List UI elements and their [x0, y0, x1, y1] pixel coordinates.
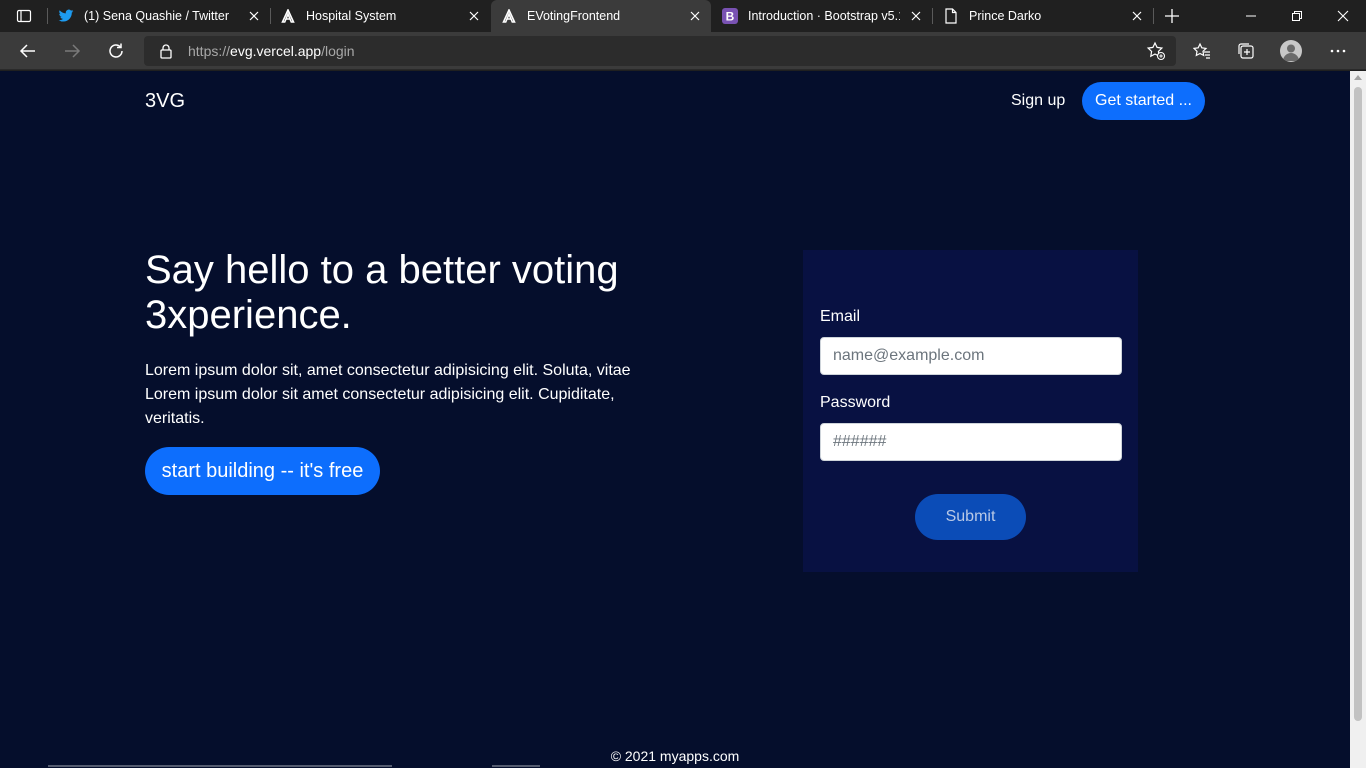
- lock-icon[interactable]: [158, 43, 174, 59]
- twitter-icon: [58, 8, 74, 24]
- address-bar[interactable]: https://evg.vercel.app/login: [144, 36, 1176, 66]
- profile-avatar[interactable]: [1280, 40, 1302, 62]
- tab-title: EVotingFrontend: [527, 9, 621, 23]
- tab-actions-button[interactable]: [8, 4, 40, 28]
- get-started-button[interactable]: Get started ...: [1082, 82, 1205, 120]
- back-arrow-icon: [19, 44, 35, 58]
- page-viewport: 3VG Sign up Get started ... Say hello to…: [0, 71, 1366, 768]
- angular-icon: [280, 8, 296, 24]
- tab-title: Prince Darko: [969, 9, 1042, 23]
- url-domain: evg.vercel.app: [230, 43, 322, 59]
- hero-text: Lorem ipsum dolor sit, amet consectetur …: [145, 362, 631, 427]
- password-label: Password: [820, 394, 891, 411]
- start-building-button[interactable]: start building -- it's free: [145, 447, 380, 495]
- tab-title: Introduction · Bootstrap v5.1: [748, 9, 900, 23]
- new-tab-button[interactable]: [1160, 4, 1184, 28]
- scrollbar-thumb[interactable]: [1354, 87, 1362, 721]
- settings-more-button[interactable]: [1322, 35, 1354, 67]
- plus-icon: [1165, 9, 1179, 23]
- browser-tab-strip: (1) Sena Quashie / Twitter Hospital Syst…: [0, 0, 1366, 32]
- forward-arrow-icon: [65, 44, 81, 58]
- tab-title: (1) Sena Quashie / Twitter: [84, 9, 229, 23]
- tab-actions-icon: [16, 9, 32, 23]
- profile-icon: [1283, 44, 1299, 61]
- favorites-button[interactable]: [1186, 35, 1218, 67]
- url-scheme: https://: [188, 43, 231, 59]
- tab-separator: [1153, 8, 1154, 24]
- tab-prince-darko[interactable]: Prince Darko: [933, 0, 1153, 32]
- hero-title: Say hello to a better voting 3xperience.: [145, 248, 619, 337]
- close-tab-icon[interactable]: [687, 8, 703, 24]
- tab-bootstrap-introduction[interactable]: B Introduction · Bootstrap v5.1: [712, 0, 932, 32]
- refresh-button[interactable]: [100, 35, 132, 67]
- bootstrap-glyph: B: [726, 10, 735, 24]
- favorites-icon: [1193, 42, 1210, 59]
- tab-title: Hospital System: [306, 9, 397, 23]
- more-dots-icon: [1330, 49, 1346, 53]
- page-icon: [943, 8, 959, 24]
- close-tab-icon[interactable]: [1129, 8, 1145, 24]
- email-label: Email: [820, 308, 861, 325]
- tab-evoting-frontend[interactable]: EVotingFrontend: [491, 0, 711, 32]
- bootstrap-icon: B: [722, 8, 738, 24]
- close-tab-icon[interactable]: [908, 8, 924, 24]
- browser-toolbar: https://evg.vercel.app/login: [0, 32, 1366, 70]
- close-tab-icon[interactable]: [466, 8, 482, 24]
- brand-logo[interactable]: 3VG: [145, 90, 185, 113]
- tab-hospital-system[interactable]: Hospital System: [270, 0, 490, 32]
- minimize-window-button[interactable]: [1228, 0, 1274, 32]
- login-card: Email Password Submit: [803, 250, 1138, 572]
- email-field[interactable]: [820, 337, 1122, 375]
- back-button[interactable]: [12, 35, 44, 67]
- footer-copyright: © 2021 myapps.com: [610, 748, 740, 764]
- restore-icon: [1292, 11, 1302, 21]
- url-text[interactable]: https://evg.vercel.app/login: [188, 43, 355, 59]
- forward-button[interactable]: [56, 35, 88, 67]
- vertical-scrollbar[interactable]: [1350, 71, 1366, 768]
- collections-icon: [1238, 43, 1254, 59]
- close-icon: [1337, 10, 1349, 22]
- url-path: /login: [321, 43, 355, 59]
- scroll-up-arrow-icon[interactable]: [1354, 75, 1362, 80]
- minimize-icon: [1246, 15, 1256, 17]
- angular-icon: [501, 8, 517, 24]
- close-tab-icon[interactable]: [246, 8, 262, 24]
- signup-link[interactable]: Sign up: [1011, 92, 1065, 110]
- submit-button[interactable]: Submit: [915, 494, 1026, 540]
- horizontal-scroll-indicator: [48, 765, 392, 767]
- restore-window-button[interactable]: [1274, 0, 1320, 32]
- password-field[interactable]: [820, 423, 1122, 461]
- refresh-icon: [109, 43, 123, 58]
- close-window-button[interactable]: [1320, 0, 1366, 32]
- collections-button[interactable]: [1230, 35, 1262, 67]
- horizontal-scroll-indicator: [492, 765, 540, 767]
- tab-twitter[interactable]: (1) Sena Quashie / Twitter: [48, 0, 270, 32]
- add-favorite-icon[interactable]: [1146, 41, 1166, 61]
